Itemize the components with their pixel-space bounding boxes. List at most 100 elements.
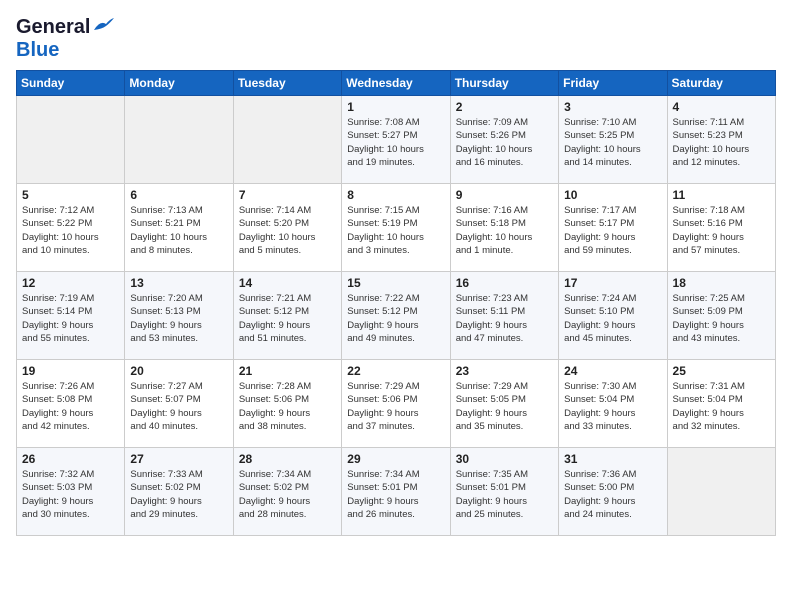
day-number: 29 (347, 452, 444, 466)
calendar-cell: 21 Sunrise: 7:28 AM Sunset: 5:06 PM Dayli… (233, 360, 341, 448)
calendar-cell: 6 Sunrise: 7:13 AM Sunset: 5:21 PM Daylig… (125, 184, 233, 272)
calendar-cell (125, 96, 233, 184)
day-info: Sunrise: 7:15 AM Sunset: 5:19 PM Dayligh… (347, 204, 444, 257)
calendar-cell: 26 Sunrise: 7:32 AM Sunset: 5:03 PM Dayli… (17, 448, 125, 536)
day-number: 24 (564, 364, 661, 378)
day-number: 26 (22, 452, 119, 466)
day-info: Sunrise: 7:12 AM Sunset: 5:22 PM Dayligh… (22, 204, 119, 257)
column-header-wednesday: Wednesday (342, 71, 450, 96)
calendar-cell: 25Sunrise: 7:31 AM Sunset: 5:04 PM Dayli… (667, 360, 775, 448)
logo-general: General (16, 16, 90, 38)
day-number: 7 (239, 188, 336, 202)
calendar-week-3: 12Sunrise: 7:19 AM Sunset: 5:14 PM Dayli… (17, 272, 776, 360)
day-info: Sunrise: 7:23 AM Sunset: 5:11 PM Dayligh… (456, 292, 553, 345)
calendar-header-row: SundayMondayTuesdayWednesdayThursdayFrid… (17, 71, 776, 96)
calendar-cell: 1Sunrise: 7:08 AM Sunset: 5:27 PM Daylig… (342, 96, 450, 184)
calendar-cell: 31 Sunrise: 7:36 AM Sunset: 5:00 PM Dayli… (559, 448, 667, 536)
calendar-cell: 10 Sunrise: 7:17 AM Sunset: 5:17 PM Dayli… (559, 184, 667, 272)
day-info: Sunrise: 7:36 AM Sunset: 5:00 PM Dayligh… (564, 468, 661, 521)
calendar-week-2: 5 Sunrise: 7:12 AM Sunset: 5:22 PM Daylig… (17, 184, 776, 272)
day-info: Sunrise: 7:14 AM Sunset: 5:20 PM Dayligh… (239, 204, 336, 257)
day-number: 9 (456, 188, 553, 202)
calendar-cell: 18Sunrise: 7:25 AM Sunset: 5:09 PM Dayli… (667, 272, 775, 360)
day-number: 21 (239, 364, 336, 378)
calendar-cell: 7 Sunrise: 7:14 AM Sunset: 5:20 PM Daylig… (233, 184, 341, 272)
day-info: Sunrise: 7:33 AM Sunset: 5:02 PM Dayligh… (130, 468, 227, 521)
day-number: 1 (347, 100, 444, 114)
calendar-cell: 24 Sunrise: 7:30 AM Sunset: 5:04 PM Dayli… (559, 360, 667, 448)
day-info: Sunrise: 7:26 AM Sunset: 5:08 PM Dayligh… (22, 380, 119, 433)
day-info: Sunrise: 7:29 AM Sunset: 5:05 PM Dayligh… (456, 380, 553, 433)
day-number: 12 (22, 276, 119, 290)
day-number: 4 (673, 100, 770, 114)
day-number: 5 (22, 188, 119, 202)
calendar-cell: 15 Sunrise: 7:22 AM Sunset: 5:12 PM Dayli… (342, 272, 450, 360)
calendar-cell: 23Sunrise: 7:29 AM Sunset: 5:05 PM Dayli… (450, 360, 558, 448)
column-header-tuesday: Tuesday (233, 71, 341, 96)
calendar-cell: 28 Sunrise: 7:34 AM Sunset: 5:02 PM Dayli… (233, 448, 341, 536)
day-info: Sunrise: 7:28 AM Sunset: 5:06 PM Dayligh… (239, 380, 336, 433)
day-number: 25 (673, 364, 770, 378)
column-header-saturday: Saturday (667, 71, 775, 96)
day-number: 6 (130, 188, 227, 202)
day-info: Sunrise: 7:32 AM Sunset: 5:03 PM Dayligh… (22, 468, 119, 521)
column-header-friday: Friday (559, 71, 667, 96)
day-info: Sunrise: 7:10 AM Sunset: 5:25 PM Dayligh… (564, 116, 661, 169)
day-number: 2 (456, 100, 553, 114)
calendar-cell: 3 Sunrise: 7:10 AM Sunset: 5:25 PM Daylig… (559, 96, 667, 184)
day-info: Sunrise: 7:09 AM Sunset: 5:26 PM Dayligh… (456, 116, 553, 169)
day-number: 19 (22, 364, 119, 378)
day-number: 20 (130, 364, 227, 378)
day-info: Sunrise: 7:16 AM Sunset: 5:18 PM Dayligh… (456, 204, 553, 257)
calendar-cell: 20Sunrise: 7:27 AM Sunset: 5:07 PM Dayli… (125, 360, 233, 448)
day-number: 11 (673, 188, 770, 202)
day-number: 28 (239, 452, 336, 466)
day-info: Sunrise: 7:13 AM Sunset: 5:21 PM Dayligh… (130, 204, 227, 257)
day-info: Sunrise: 7:35 AM Sunset: 5:01 PM Dayligh… (456, 468, 553, 521)
day-info: Sunrise: 7:25 AM Sunset: 5:09 PM Dayligh… (673, 292, 770, 345)
day-number: 3 (564, 100, 661, 114)
day-info: Sunrise: 7:21 AM Sunset: 5:12 PM Dayligh… (239, 292, 336, 345)
column-header-monday: Monday (125, 71, 233, 96)
day-number: 14 (239, 276, 336, 290)
day-info: Sunrise: 7:22 AM Sunset: 5:12 PM Dayligh… (347, 292, 444, 345)
day-info: Sunrise: 7:11 AM Sunset: 5:23 PM Dayligh… (673, 116, 770, 169)
day-number: 22 (347, 364, 444, 378)
day-number: 16 (456, 276, 553, 290)
day-number: 8 (347, 188, 444, 202)
day-number: 17 (564, 276, 661, 290)
day-info: Sunrise: 7:20 AM Sunset: 5:13 PM Dayligh… (130, 292, 227, 345)
day-number: 13 (130, 276, 227, 290)
calendar-cell: 16 Sunrise: 7:23 AM Sunset: 5:11 PM Dayli… (450, 272, 558, 360)
calendar-week-1: 1Sunrise: 7:08 AM Sunset: 5:27 PM Daylig… (17, 96, 776, 184)
calendar-cell: 19 Sunrise: 7:26 AM Sunset: 5:08 PM Dayli… (17, 360, 125, 448)
logo: General Blue (16, 16, 90, 62)
day-info: Sunrise: 7:17 AM Sunset: 5:17 PM Dayligh… (564, 204, 661, 257)
day-info: Sunrise: 7:34 AM Sunset: 5:01 PM Dayligh… (347, 468, 444, 521)
day-number: 31 (564, 452, 661, 466)
calendar-week-4: 19 Sunrise: 7:26 AM Sunset: 5:08 PM Dayli… (17, 360, 776, 448)
calendar-week-5: 26 Sunrise: 7:32 AM Sunset: 5:03 PM Dayli… (17, 448, 776, 536)
calendar-cell: 4 Sunrise: 7:11 AM Sunset: 5:23 PM Daylig… (667, 96, 775, 184)
day-number: 30 (456, 452, 553, 466)
calendar-cell: 13 Sunrise: 7:20 AM Sunset: 5:13 PM Dayli… (125, 272, 233, 360)
calendar-cell: 29 Sunrise: 7:34 AM Sunset: 5:01 PM Dayli… (342, 448, 450, 536)
calendar-cell: 30 Sunrise: 7:35 AM Sunset: 5:01 PM Dayli… (450, 448, 558, 536)
day-info: Sunrise: 7:24 AM Sunset: 5:10 PM Dayligh… (564, 292, 661, 345)
day-info: Sunrise: 7:30 AM Sunset: 5:04 PM Dayligh… (564, 380, 661, 433)
day-number: 10 (564, 188, 661, 202)
day-number: 15 (347, 276, 444, 290)
calendar-cell: 11 Sunrise: 7:18 AM Sunset: 5:16 PM Dayli… (667, 184, 775, 272)
calendar-cell: 27 Sunrise: 7:33 AM Sunset: 5:02 PM Dayli… (125, 448, 233, 536)
calendar-cell: 8 Sunrise: 7:15 AM Sunset: 5:19 PM Daylig… (342, 184, 450, 272)
day-info: Sunrise: 7:29 AM Sunset: 5:06 PM Dayligh… (347, 380, 444, 433)
calendar-cell: 12Sunrise: 7:19 AM Sunset: 5:14 PM Dayli… (17, 272, 125, 360)
day-info: Sunrise: 7:18 AM Sunset: 5:16 PM Dayligh… (673, 204, 770, 257)
day-number: 27 (130, 452, 227, 466)
calendar-cell (667, 448, 775, 536)
calendar-cell: 9 Sunrise: 7:16 AM Sunset: 5:18 PM Daylig… (450, 184, 558, 272)
calendar-cell: 17 Sunrise: 7:24 AM Sunset: 5:10 PM Dayli… (559, 272, 667, 360)
day-info: Sunrise: 7:34 AM Sunset: 5:02 PM Dayligh… (239, 468, 336, 521)
column-header-thursday: Thursday (450, 71, 558, 96)
column-header-sunday: Sunday (17, 71, 125, 96)
